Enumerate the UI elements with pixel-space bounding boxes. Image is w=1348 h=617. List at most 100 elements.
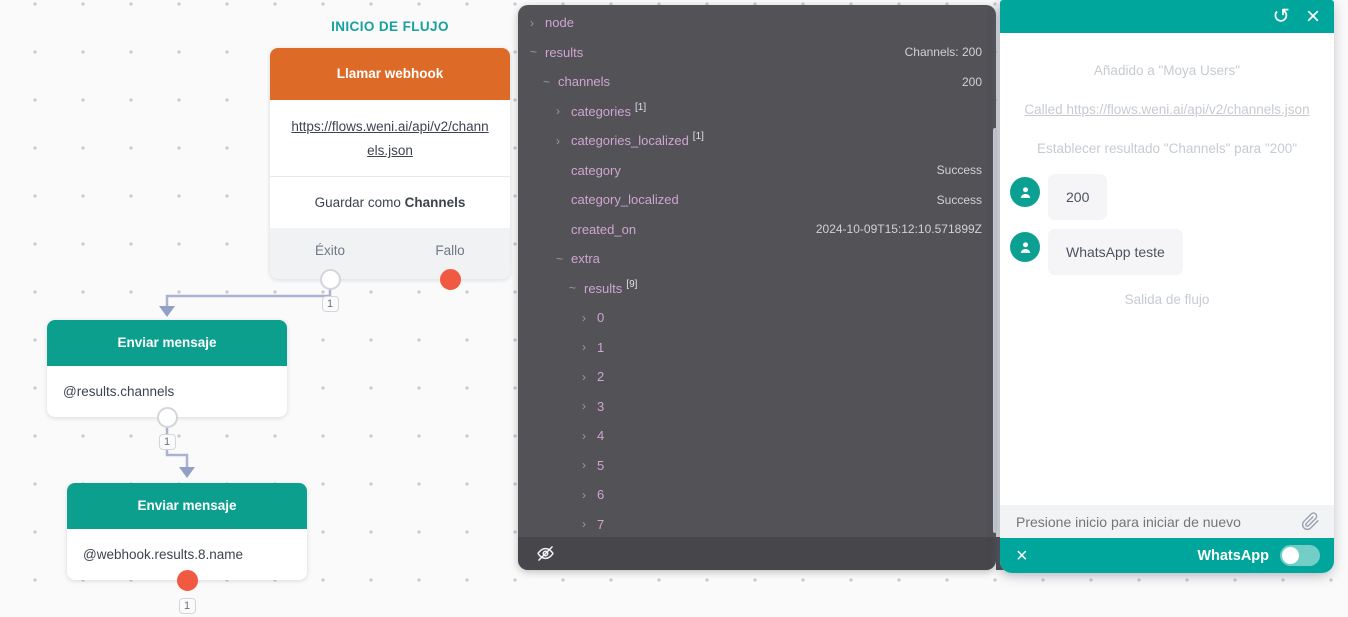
close-icon[interactable]: × [1306, 5, 1320, 29]
exit-success-port[interactable] [320, 269, 341, 290]
tree-row: category_localized Success [518, 185, 996, 215]
chevron-expanded-icon: ~ [556, 252, 571, 266]
tree-key: extra [571, 251, 600, 266]
flow-event-text: Salida de flujo [1022, 286, 1312, 314]
tree-key: 0 [597, 310, 604, 325]
tree-key: category [571, 163, 621, 178]
restart-icon[interactable]: ↺ [1272, 6, 1290, 27]
tree-row[interactable]: ~channels200 [518, 67, 996, 97]
tree-row[interactable]: ›categories_localized [1] [518, 126, 996, 156]
tree-value: Success [937, 193, 996, 207]
message-bubble: WhatsApp teste [1048, 229, 1183, 275]
webhook-exits: Éxito Fallo [270, 228, 510, 279]
tree-row[interactable]: ›7 [518, 510, 996, 538]
tree-row[interactable]: ›6 [518, 480, 996, 510]
tree-key: categories_localized [571, 133, 689, 148]
send-message-node-1[interactable]: Enviar mensaje @results.channels 1 [47, 320, 287, 417]
chevron-expanded-icon: ~ [530, 45, 545, 59]
simulator-message-area: Añadido a "Moya Users" Called https://flo… [1000, 33, 1334, 505]
simulator-header: ↺ × [1000, 0, 1334, 33]
tree-value: 2024-10-09T15:12:10.571899Z [816, 222, 996, 236]
tree-key: 2 [597, 369, 604, 384]
tree-key: 3 [597, 399, 604, 414]
webhook-node[interactable]: Llamar webhook https://flows.weni.ai/api… [270, 48, 510, 279]
tree-key: category_localized [571, 192, 679, 207]
tree-row[interactable]: ›categories[1] [518, 97, 996, 127]
chevron-collapsed-icon: › [582, 429, 597, 443]
exit-port[interactable] [157, 407, 178, 428]
simulator-input[interactable] [1016, 514, 1301, 530]
tree-row: category Success [518, 156, 996, 186]
channel-label: WhatsApp [1197, 548, 1269, 564]
tree-row: created_on 2024-10-09T15:12:10.571899Z [518, 215, 996, 245]
whatsapp-toggle[interactable] [1280, 545, 1320, 566]
tree-row[interactable]: ›0 [518, 303, 996, 333]
webhook-node-title[interactable]: Llamar webhook [270, 48, 510, 100]
tree-row[interactable]: ›node [518, 8, 996, 38]
exit-failure-port[interactable] [440, 269, 461, 290]
simulator-footer: × WhatsApp [1000, 538, 1334, 573]
tree-value: Channels: 200 [905, 45, 996, 59]
chevron-collapsed-icon: › [582, 311, 597, 325]
tree-key: results [545, 45, 583, 60]
exit-port[interactable] [177, 570, 198, 591]
tree-row[interactable]: ›1 [518, 333, 996, 363]
avatar [1010, 232, 1040, 262]
tree-value: Success [937, 163, 996, 177]
attachment-icon[interactable] [1301, 512, 1320, 531]
chevron-collapsed-icon: › [556, 134, 571, 148]
tree-row[interactable]: ~extra [518, 244, 996, 274]
tree-value: 200 [962, 75, 996, 89]
channel-switch: WhatsApp [1197, 545, 1320, 566]
arrowhead-icon [159, 306, 175, 317]
chevron-expanded-icon: ~ [569, 281, 584, 295]
tree-key: results [584, 281, 622, 296]
activity-count-badge: 1 [179, 598, 196, 614]
tree-row[interactable]: ›2 [518, 362, 996, 392]
incoming-message-row: 200 [1010, 174, 1334, 220]
chevron-collapsed-icon: › [556, 104, 571, 118]
send-message-node-1-title[interactable]: Enviar mensaje [47, 320, 287, 366]
incoming-message-row: WhatsApp teste [1010, 229, 1334, 275]
chevron-collapsed-icon: › [582, 340, 597, 354]
simulator-input-bar [1000, 505, 1334, 538]
scrollbar-thumb[interactable] [993, 128, 997, 533]
send-message-node-2-title[interactable]: Enviar mensaje [67, 483, 307, 529]
flow-event-text: Establecer resultado "Channels" para "20… [1022, 135, 1312, 163]
tree-key: created_on [571, 222, 636, 237]
save-result-name: Channels [405, 195, 466, 210]
tree-key: node [545, 15, 574, 30]
webhook-url[interactable]: https://flows.weni.ai/api/v2/channels.js… [270, 100, 510, 176]
tree-key: 6 [597, 487, 604, 502]
message-bubble: 200 [1048, 174, 1107, 220]
chevron-collapsed-icon: › [530, 16, 545, 30]
chevron-collapsed-icon: › [582, 458, 597, 472]
user-icon [1017, 239, 1034, 256]
arrowhead-icon [179, 467, 195, 478]
tree-row[interactable]: ~results Channels: 200 [518, 38, 996, 68]
hidden-eye-icon[interactable] [535, 543, 556, 564]
tree-key: 7 [597, 517, 604, 532]
chevron-collapsed-icon: › [582, 517, 597, 531]
tree-row[interactable]: ›5 [518, 451, 996, 481]
chevron-collapsed-icon: › [582, 488, 597, 502]
close-icon[interactable]: × [1016, 546, 1028, 566]
simulator-panel: ↺ × Añadido a "Moya Users" Called https:/… [1000, 0, 1334, 573]
flow-start-label: INICIO DE FLUJO [270, 19, 510, 34]
send-message-node-2[interactable]: Enviar mensaje @webhook.results.8.name 1 [67, 483, 307, 580]
activity-count-badge: 1 [322, 296, 339, 312]
tree-row[interactable]: ›3 [518, 392, 996, 422]
tree-row[interactable]: ~results [9] [518, 274, 996, 304]
tree-key: 4 [597, 428, 604, 443]
connector-webhook-to-message1 [167, 283, 330, 307]
flow-event-text: Añadido a "Moya Users" [1022, 57, 1312, 85]
tree-count-badge: [1] [693, 131, 704, 142]
tree-row[interactable]: ›4 [518, 421, 996, 451]
toggle-knob [1282, 547, 1299, 564]
user-icon [1017, 184, 1034, 201]
webhook-called-link[interactable]: Called https://flows.weni.ai/api/v2/chan… [1022, 96, 1312, 124]
tree-count-badge: [9] [626, 279, 637, 290]
tree-key: 5 [597, 458, 604, 473]
save-prefix-label: Guardar como [315, 195, 405, 210]
tree-key: 1 [597, 340, 604, 355]
